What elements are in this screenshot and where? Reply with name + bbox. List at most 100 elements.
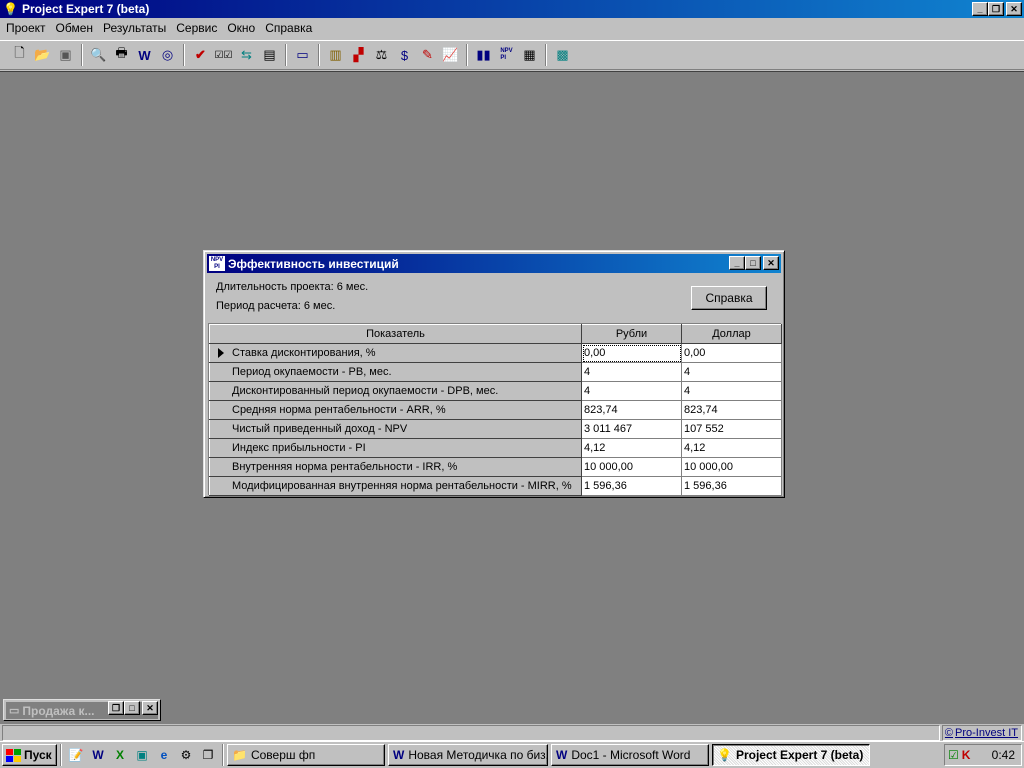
calculator-button[interactable]: ▩ (551, 44, 574, 66)
quicklaunch-ie[interactable]: e (153, 744, 175, 766)
print-button[interactable]: 🖶 (110, 44, 133, 66)
restore-icon: ❐ (991, 3, 1001, 14)
dialog-close-button[interactable]: ✕ (763, 256, 779, 270)
column-header-rub[interactable]: Рубли (581, 324, 682, 344)
clock[interactable]: 0:42 (992, 748, 1015, 762)
cell-usd[interactable]: 4 (681, 362, 782, 382)
dialog-titlebar[interactable]: NPV PI Эффективность инвестиций _ □ ✕ (207, 254, 781, 273)
cell-usd[interactable]: 1 596,36 (681, 476, 782, 496)
status-bar: © Pro-Invest IT (0, 725, 1024, 741)
edit-report-button[interactable]: ✎ (416, 44, 439, 66)
app-titlebar[interactable]: 💡 Project Expert 7 (beta) _ ❐ ✕ (0, 0, 1024, 18)
table-row: Индекс прибыльности - PI 4,12 4,12 (209, 438, 782, 458)
menu-service[interactable]: Сервис (172, 21, 223, 35)
quicklaunch-tool[interactable]: ⚙ (175, 744, 197, 766)
table-button[interactable]: ▥ (324, 44, 347, 66)
quicklaunch-word[interactable]: W (87, 744, 109, 766)
graph-button[interactable]: 📈 (439, 44, 462, 66)
menu-help[interactable]: Справка (261, 21, 318, 35)
menu-exchange[interactable]: Обмен (52, 21, 100, 35)
row-header[interactable]: Индекс прибыльности - PI (209, 438, 582, 458)
row-header[interactable]: Внутренняя норма рентабельности - IRR, % (209, 457, 582, 477)
new-file-button[interactable]: 🗋 (8, 44, 31, 66)
cell-rub[interactable]: 3 011 467 (581, 419, 682, 439)
minwin-close-button[interactable]: ✕ (142, 701, 158, 715)
cell-usd[interactable]: 4,12 (681, 438, 782, 458)
dialog-maximize-button[interactable]: □ (745, 256, 761, 270)
cell-usd[interactable]: 4 (681, 381, 782, 401)
menu-project[interactable]: Проект (2, 21, 52, 35)
word-icon: W (138, 47, 151, 63)
cell-usd[interactable]: 107 552 (681, 419, 782, 439)
dialog-minimize-button[interactable]: _ (729, 256, 745, 270)
save-button[interactable]: ▣ (54, 44, 77, 66)
cell-usd[interactable]: 10 000,00 (681, 457, 782, 477)
document-icon: ▤ (263, 47, 276, 62)
menu-window[interactable]: Окно (223, 21, 261, 35)
help-button[interactable]: Справка (691, 286, 767, 310)
pro-invest-link[interactable]: © Pro-Invest IT (942, 725, 1022, 741)
task-word-doc[interactable]: W Новая Методичка по биз... (388, 744, 548, 766)
start-button[interactable]: Пуск (2, 744, 57, 766)
dialog-button[interactable]: ▭ (291, 44, 314, 66)
cell-rub[interactable]: 4,12 (581, 438, 682, 458)
task-label: Новая Методичка по биз... (408, 748, 548, 762)
quicklaunch-windows[interactable]: ❐ (197, 744, 219, 766)
exchange-button[interactable]: ⇆ (235, 44, 258, 66)
analysis-button[interactable]: ▦ (518, 44, 541, 66)
cell-rub[interactable]: 1 596,36 (581, 476, 682, 496)
balance-button[interactable]: ⚖ (370, 44, 393, 66)
taskbar-separator (60, 744, 62, 766)
row-header[interactable]: Период окупаемости - PB, мес. (209, 362, 582, 382)
cell-rub[interactable]: 823,74 (581, 400, 682, 420)
cell-usd[interactable]: 823,74 (681, 400, 782, 420)
row-header[interactable]: Средняя норма рентабельности - ARR, % (209, 400, 582, 420)
bars-icon: ▮▮ (476, 47, 491, 62)
column-header-usd[interactable]: Доллар (681, 324, 782, 344)
task-project-expert[interactable]: 💡 Project Expert 7 (beta) (712, 744, 870, 766)
minimized-window-title: Продажа к... (22, 703, 95, 718)
cell-usd[interactable]: 0,00 (681, 343, 782, 363)
column-header-indicator[interactable]: Показатель (209, 324, 582, 344)
web-export-button[interactable]: ◎ (156, 44, 179, 66)
quicklaunch-excel[interactable]: X (109, 744, 131, 766)
toolbar-separator (285, 44, 287, 66)
task-folder[interactable]: 📁 Соверш фп (227, 744, 385, 766)
minimized-sales-window[interactable]: ▭ Продажа к... ❐ □ ✕ (3, 699, 161, 721)
quicklaunch-edit[interactable]: 📝 (65, 744, 87, 766)
minimize-button[interactable]: _ (972, 2, 988, 16)
calculator-icon: ▩ (556, 47, 569, 62)
row-label: Модифицированная внутренняя норма рентаб… (232, 480, 572, 492)
quicklaunch-desktop[interactable]: ▣ (131, 744, 153, 766)
row-header[interactable]: Дисконтированный период окупаемости - DP… (209, 381, 582, 401)
stats-button[interactable]: ▮▮ (472, 44, 495, 66)
report-button[interactable]: ▤ (258, 44, 281, 66)
check-button[interactable]: ✔ (189, 44, 212, 66)
restore-button[interactable]: ❐ (988, 2, 1004, 16)
menu-results[interactable]: Результаты (99, 21, 172, 35)
toolbar: 🗋 📂 ▣ 🔍 🖶 W ◎ ✔ ☑☑ ⇆ ▤ ▭ ▥ ▞ ⚖ $ ✎ 📈 ▮▮ … (0, 40, 1024, 70)
word-export-button[interactable]: W (133, 44, 156, 66)
antivirus-icon[interactable]: ☑ (948, 748, 959, 762)
row-header[interactable]: Модифицированная внутренняя норма рентаб… (209, 476, 582, 496)
close-icon: ✕ (1010, 3, 1018, 14)
checklist-button[interactable]: ☑☑ (212, 44, 235, 66)
chart-button[interactable]: ▞ (347, 44, 370, 66)
cell-rub[interactable]: 4 (581, 362, 682, 382)
close-button[interactable]: ✕ (1006, 2, 1022, 16)
exchange-icon: ⇆ (241, 47, 252, 62)
row-header[interactable]: Ставка дисконтирования, % (209, 343, 582, 363)
task-word-doc1[interactable]: W Doc1 - Microsoft Word (551, 744, 709, 766)
preview-button[interactable]: 🔍 (87, 44, 110, 66)
row-header[interactable]: Чистый приведенный доход - NPV (209, 419, 582, 439)
minwin-maximize-button[interactable]: □ (124, 701, 140, 715)
open-folder-button[interactable]: 📂 (31, 44, 54, 66)
npv-pi-button[interactable]: NPV PI (495, 44, 518, 66)
cell-rub[interactable]: 0,00 (581, 343, 682, 363)
cell-rub[interactable]: 10 000,00 (581, 457, 682, 477)
kaspersky-icon[interactable]: K (962, 748, 971, 762)
cell-rub[interactable]: 4 (581, 381, 682, 401)
minwin-restore-button[interactable]: ❐ (108, 701, 124, 715)
folder-open-icon: 📂 (34, 47, 51, 62)
money-button[interactable]: $ (393, 44, 416, 66)
